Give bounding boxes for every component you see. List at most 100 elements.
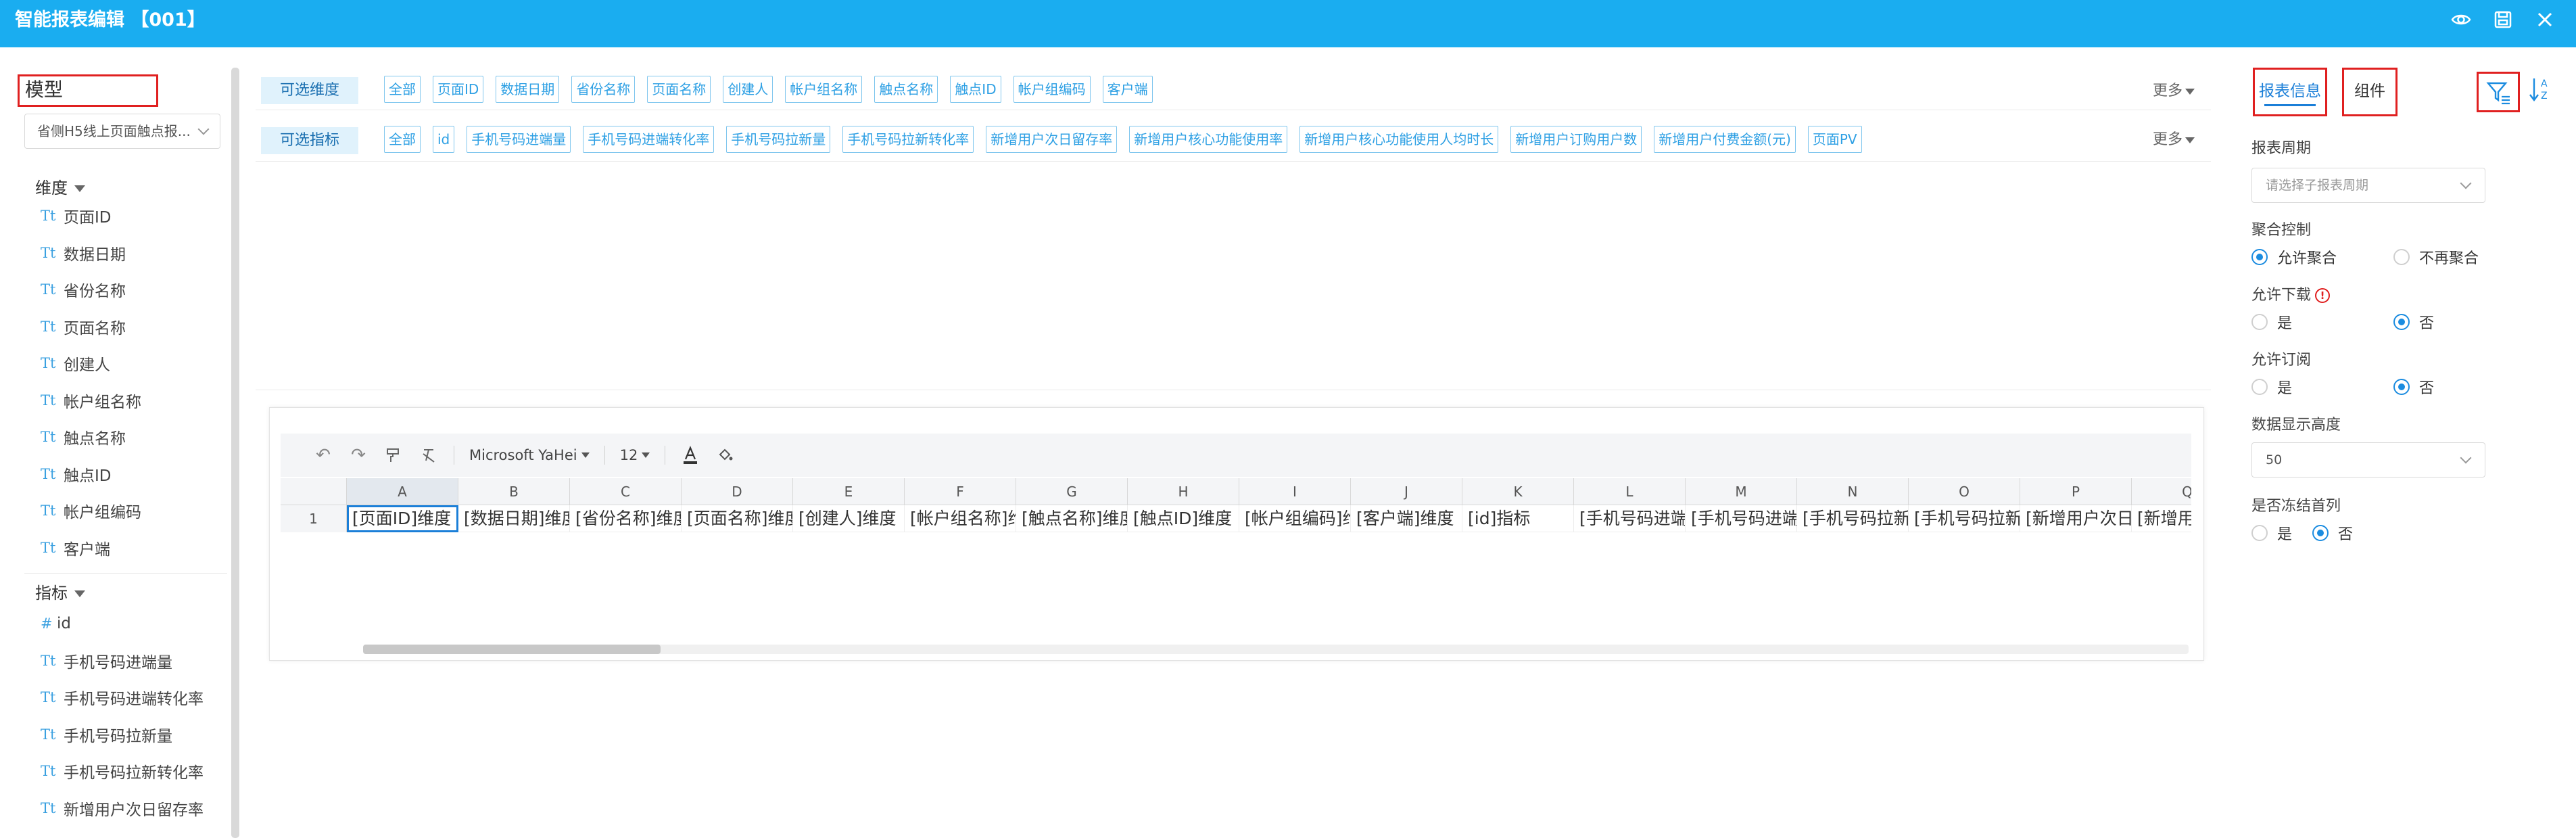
- metric-item[interactable]: Tt 手机号码进端转化率: [41, 679, 223, 716]
- report-period-select[interactable]: 请选择子报表周期: [2251, 168, 2485, 203]
- sheet-cell[interactable]: [手机号码进端量]指标: [1574, 505, 1686, 532]
- sheet-cell[interactable]: [新增用户次日留存率]指标: [2020, 505, 2132, 532]
- tag-chip[interactable]: 页面ID: [433, 76, 484, 103]
- sheet-cell[interactable]: [id]指标: [1462, 505, 1574, 532]
- subscribe-no-radio[interactable]: 否: [2393, 376, 2434, 398]
- tag-chip[interactable]: id: [433, 126, 455, 153]
- column-header[interactable]: B: [458, 478, 570, 505]
- column-header[interactable]: G: [1016, 478, 1128, 505]
- tag-chip[interactable]: 省份名称: [571, 76, 636, 103]
- column-header[interactable]: L: [1574, 478, 1686, 505]
- sheet-cell[interactable]: [帐户组编码]维度: [1239, 505, 1351, 532]
- aggregate-deny-radio[interactable]: 不再聚合: [2393, 246, 2479, 268]
- metric-item[interactable]: Tt 手机号码拉新转化率: [41, 753, 223, 790]
- dimension-item[interactable]: Tt 页面ID: [41, 197, 223, 235]
- column-header[interactable]: D: [682, 478, 793, 505]
- tag-chip[interactable]: 触点ID: [950, 76, 1001, 103]
- sheet-cell[interactable]: [手机号码拉新量]指标: [1797, 505, 1909, 532]
- tag-chip[interactable]: 帐户组编码: [1013, 76, 1091, 103]
- sheet-cell[interactable]: [新增用户核心功能使用率]指标: [2132, 505, 2191, 532]
- metric-item[interactable]: Tt 手机号码拉新量: [41, 716, 223, 753]
- sheet-cell[interactable]: [触点名称]维度: [1016, 505, 1128, 532]
- tag-chip[interactable]: 新增用户核心功能使用人均时长: [1299, 126, 1499, 153]
- display-height-select[interactable]: 50: [2251, 442, 2485, 478]
- sheet-cell[interactable]: [页面ID]维度: [347, 505, 458, 532]
- column-header[interactable]: J: [1351, 478, 1462, 505]
- sheet-cell[interactable]: [页面名称]维度: [682, 505, 793, 532]
- sheet-cell[interactable]: [省份名称]维度: [570, 505, 682, 532]
- dimension-item[interactable]: Tt 客户端: [41, 530, 223, 567]
- sheet-cell[interactable]: [创建人]维度: [793, 505, 905, 532]
- close-icon[interactable]: [2534, 9, 2556, 30]
- dimension-item[interactable]: Tt 页面名称: [41, 308, 223, 346]
- redo-icon[interactable]: ↷: [348, 445, 368, 465]
- column-header[interactable]: C: [570, 478, 682, 505]
- metric-item[interactable]: Tt 新增用户次日留存率: [41, 790, 223, 827]
- column-header[interactable]: A: [347, 478, 458, 505]
- tag-chip[interactable]: 手机号码进端转化率: [583, 126, 715, 153]
- tag-chip[interactable]: 新增用户订购用户数: [1510, 126, 1642, 153]
- clear-format-icon[interactable]: [419, 445, 439, 465]
- undo-icon[interactable]: ↶: [313, 445, 333, 465]
- scrollbar-thumb[interactable]: [363, 645, 661, 654]
- aggregate-allow-radio[interactable]: 允许聚合: [2251, 246, 2393, 268]
- sort-az-icon[interactable]: AZ: [2527, 72, 2554, 112]
- tag-chip[interactable]: 手机号码拉新量: [726, 126, 831, 153]
- sheet-cell[interactable]: [帐户组名称]维度: [905, 505, 1016, 532]
- freeze-yes-radio[interactable]: 是: [2251, 522, 2312, 544]
- sheet-cell[interactable]: [手机号码拉新转化率]指标: [1909, 505, 2020, 532]
- sheet-cell[interactable]: [手机号码进端转化率]指标: [1686, 505, 1797, 532]
- dimension-item[interactable]: Tt 数据日期: [41, 235, 223, 272]
- tag-chip[interactable]: 数据日期: [496, 76, 560, 103]
- horizontal-scrollbar[interactable]: [363, 645, 2189, 654]
- column-header[interactable]: M: [1686, 478, 1797, 505]
- tag-chip[interactable]: 客户端: [1102, 76, 1153, 103]
- column-header[interactable]: O: [1909, 478, 2020, 505]
- column-header[interactable]: K: [1462, 478, 1574, 505]
- sheet-cell[interactable]: [触点ID]维度: [1128, 505, 1239, 532]
- column-header[interactable]: N: [1797, 478, 1909, 505]
- tag-chip[interactable]: 触点名称: [874, 76, 938, 103]
- metric-item[interactable]: Tt 手机号码进端量: [41, 643, 223, 680]
- left-scrollbar[interactable]: [231, 68, 239, 838]
- metric-item[interactable]: # id: [41, 605, 223, 643]
- metric-group-toggle[interactable]: 指标: [35, 580, 85, 603]
- download-no-radio[interactable]: 否: [2393, 311, 2434, 333]
- model-select[interactable]: 省侧H5线上页面触点报...: [24, 114, 220, 149]
- tag-chip[interactable]: 手机号码拉新转化率: [842, 126, 974, 153]
- dimension-item[interactable]: Tt 触点ID: [41, 456, 223, 493]
- tag-chip[interactable]: 新增用户付费金额(元): [1654, 126, 1796, 153]
- dimension-item[interactable]: Tt 触点名称: [41, 419, 223, 456]
- tab-report-info[interactable]: 报表信息: [2253, 68, 2327, 116]
- row-header[interactable]: 1: [281, 505, 347, 532]
- save-icon[interactable]: [2492, 9, 2514, 30]
- sheet-cell[interactable]: [客户端]维度: [1351, 505, 1462, 532]
- dimension-item[interactable]: Tt 创建人: [41, 345, 223, 382]
- corner-cell[interactable]: [281, 478, 347, 505]
- column-header[interactable]: I: [1239, 478, 1351, 505]
- tag-chip[interactable]: 创建人: [723, 76, 773, 103]
- filter-settings-icon[interactable]: [2477, 72, 2520, 112]
- metric-more-button[interactable]: 更多: [2153, 127, 2195, 149]
- preview-eye-icon[interactable]: [2450, 9, 2472, 30]
- column-header[interactable]: Q: [2132, 478, 2191, 505]
- column-header[interactable]: F: [905, 478, 1016, 505]
- tag-chip[interactable]: 页面名称: [647, 76, 711, 103]
- tag-chip[interactable]: 帐户组名称: [785, 76, 863, 103]
- column-header[interactable]: P: [2020, 478, 2132, 505]
- subscribe-yes-radio[interactable]: 是: [2251, 376, 2393, 398]
- dimension-item[interactable]: Tt 帐户组编码: [41, 492, 223, 530]
- column-header[interactable]: H: [1128, 478, 1239, 505]
- dimension-more-button[interactable]: 更多: [2153, 78, 2195, 100]
- tag-chip[interactable]: 全部: [384, 126, 421, 153]
- dimension-item[interactable]: Tt 省份名称: [41, 271, 223, 308]
- sheet-cell[interactable]: [数据日期]维度: [458, 505, 570, 532]
- tag-chip[interactable]: 新增用户核心功能使用率: [1129, 126, 1288, 153]
- font-size-select[interactable]: 12: [620, 447, 650, 463]
- format-painter-icon[interactable]: [383, 445, 404, 465]
- column-header[interactable]: E: [793, 478, 905, 505]
- text-color-icon[interactable]: [680, 445, 700, 465]
- freeze-no-radio[interactable]: 否: [2312, 522, 2353, 544]
- tag-chip[interactable]: 新增用户次日留存率: [986, 126, 1118, 153]
- tag-chip[interactable]: 页面PV: [1807, 126, 1862, 153]
